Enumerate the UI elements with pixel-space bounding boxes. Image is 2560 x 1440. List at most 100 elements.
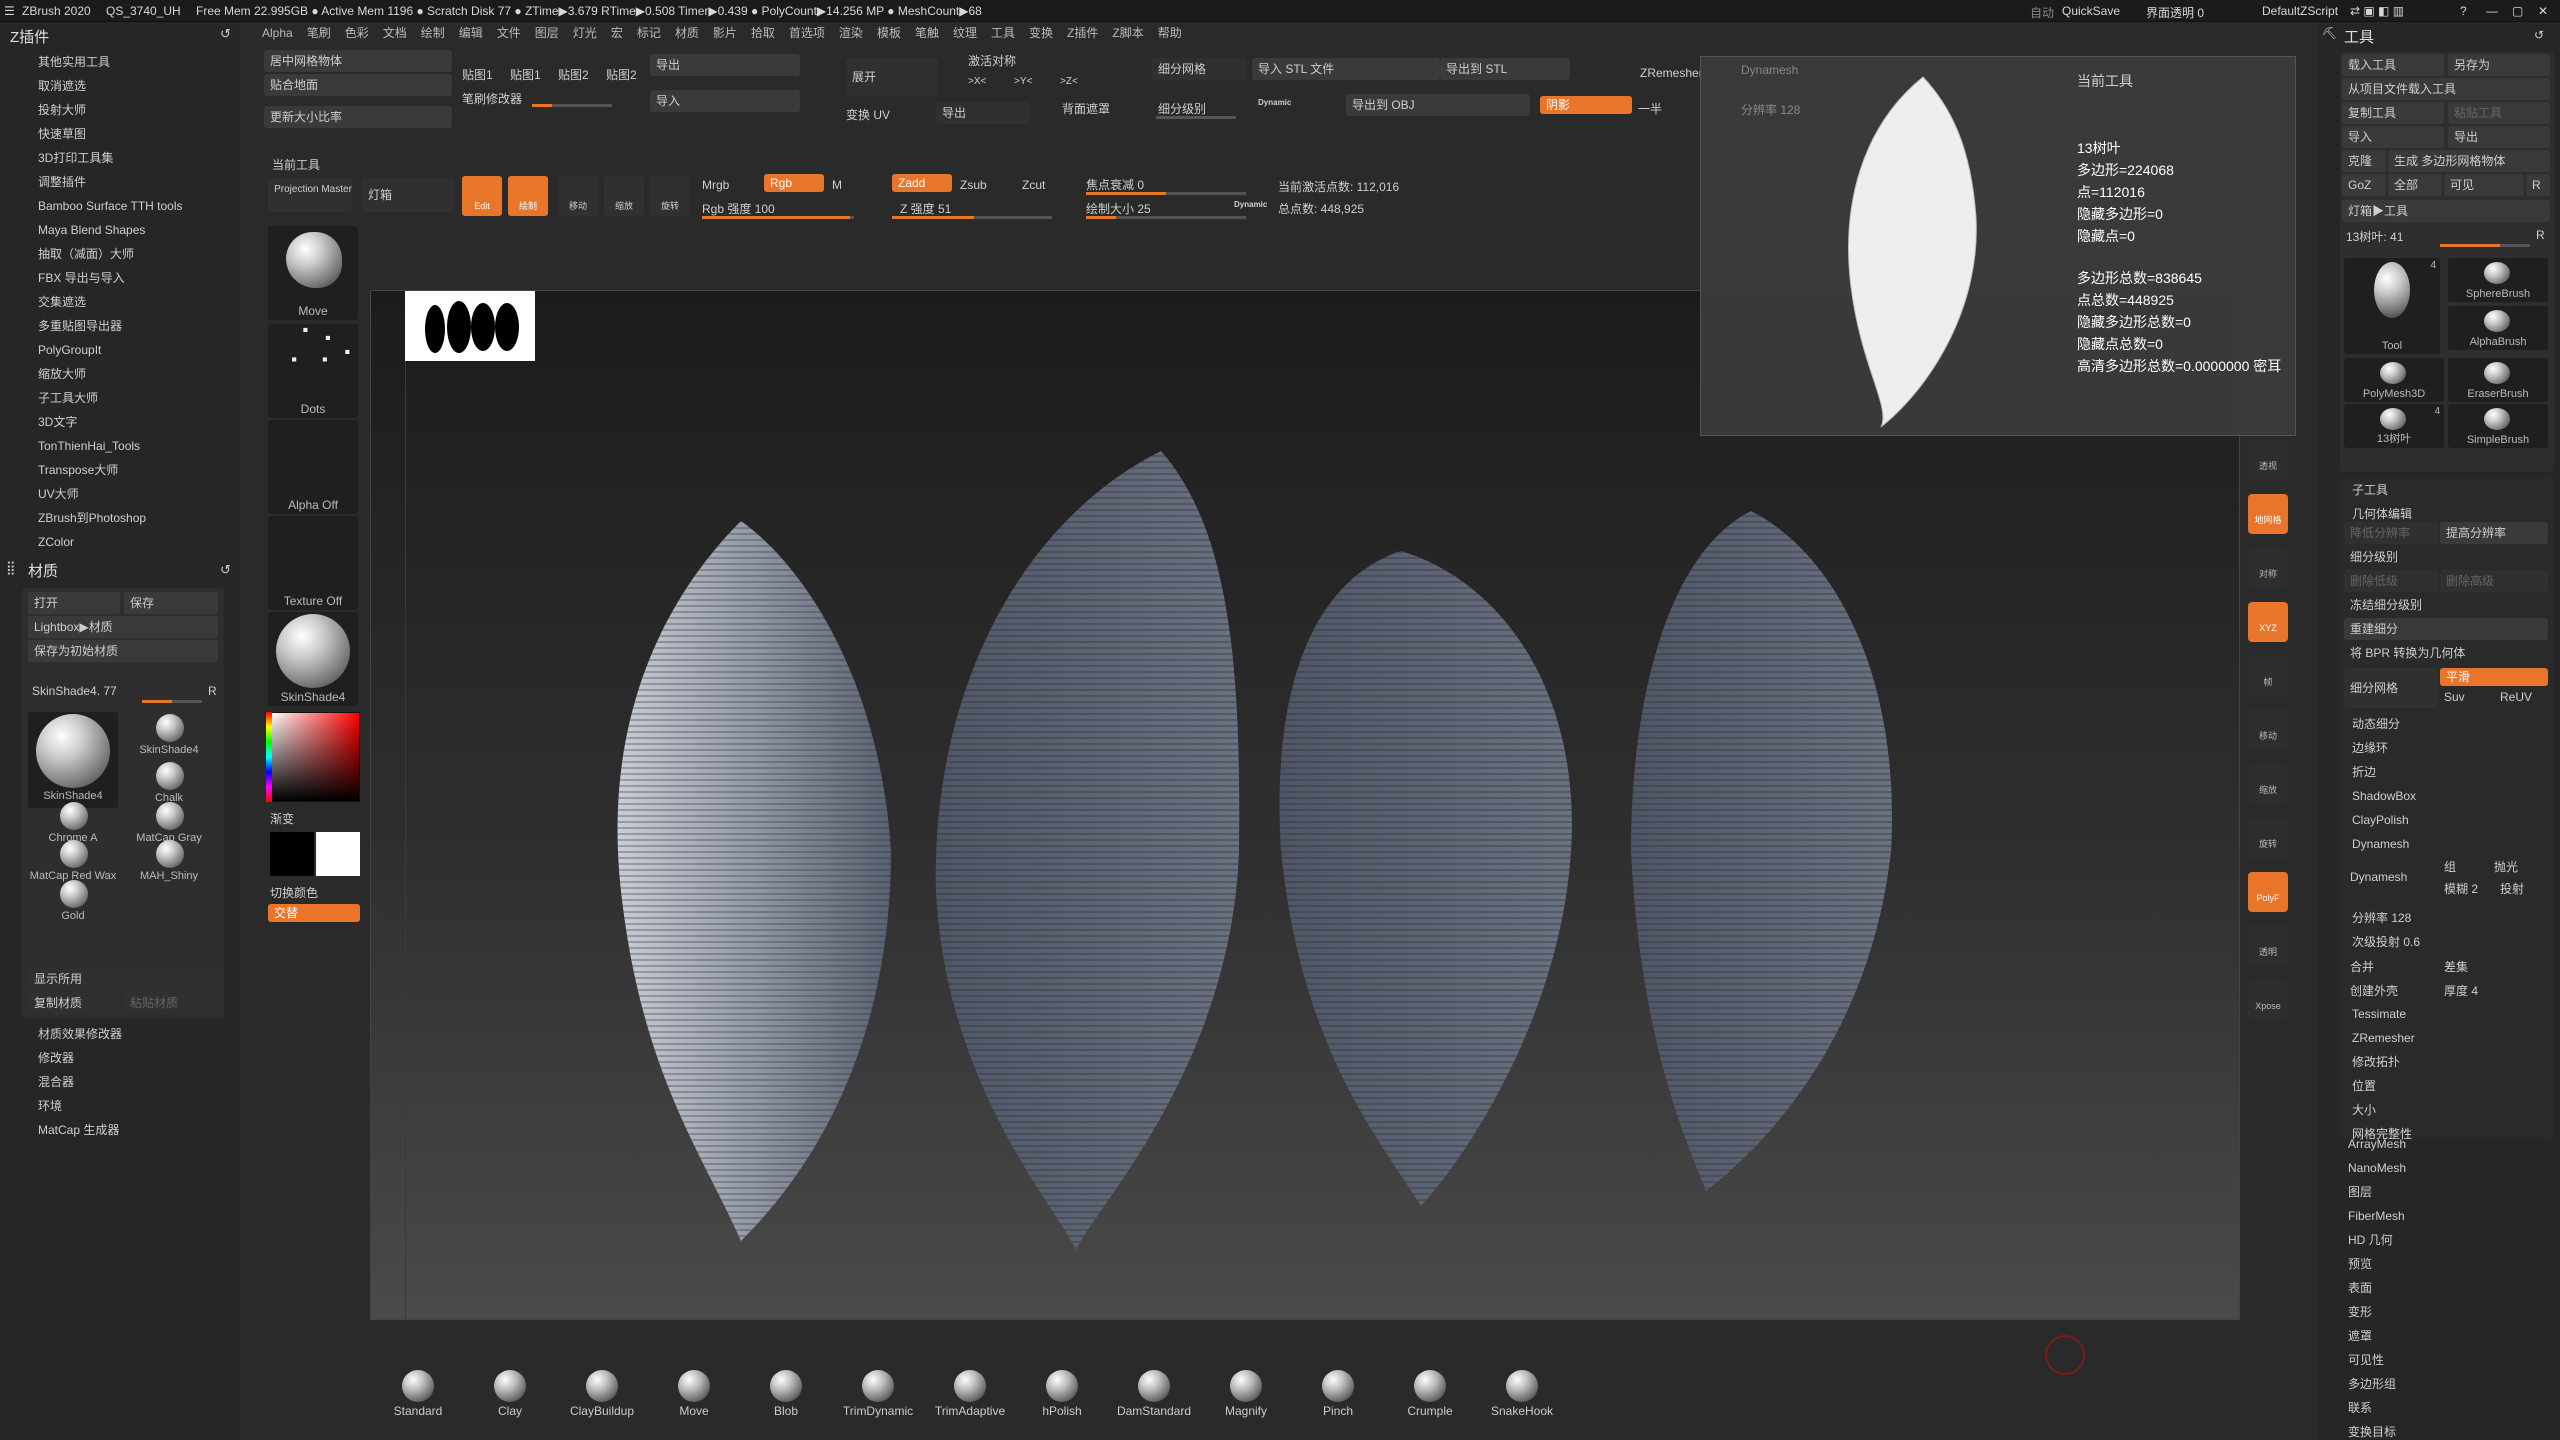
- view-icon-5[interactable]: 移动: [2248, 710, 2288, 750]
- minimize-button[interactable]: —: [2486, 4, 2498, 18]
- load-tool-button[interactable]: 载入工具: [2342, 54, 2444, 76]
- close-icon[interactable]: ✕: [2538, 4, 2548, 18]
- plugin-item[interactable]: UV大师: [0, 482, 240, 506]
- brush-modifier-slider[interactable]: [532, 104, 612, 107]
- plugin-item[interactable]: 3D文字: [0, 410, 240, 434]
- zplugin-header[interactable]: Z插件: [10, 26, 49, 47]
- brush-pinch[interactable]: Pinch: [1290, 1370, 1386, 1418]
- plugin-item[interactable]: Maya Blend Shapes: [0, 218, 240, 242]
- plugin-item[interactable]: 缩放大师: [0, 362, 240, 386]
- refresh-material-icon[interactable]: ↺: [220, 562, 231, 578]
- minimize-icon[interactable]: ?: [2460, 4, 2467, 18]
- tool-section-item[interactable]: 联系: [2318, 1396, 2558, 1420]
- project-toggle[interactable]: 投射: [2500, 880, 2524, 897]
- leaf-3[interactable]: [1279, 551, 1572, 1206]
- blur-slider[interactable]: 模糊 2: [2444, 880, 2478, 897]
- tool-r-button[interactable]: R: [2536, 228, 2545, 242]
- del-lower-button[interactable]: 删除低级: [2344, 570, 2438, 592]
- dynamic-toggle[interactable]: Dynamic: [1258, 98, 1291, 107]
- goz-r-button[interactable]: R: [2526, 174, 2550, 196]
- tool-section-item[interactable]: ArrayMesh: [2318, 1132, 2558, 1156]
- view-icon-4[interactable]: 帧: [2248, 656, 2288, 696]
- view-icon-7[interactable]: 旋转: [2248, 818, 2288, 858]
- menu-item[interactable]: 编辑: [459, 24, 483, 41]
- brush-trimdynamic[interactable]: TrimDynamic: [830, 1370, 926, 1418]
- menu-item[interactable]: 纹理: [953, 24, 977, 41]
- leaf-4[interactable]: [1631, 511, 1892, 1191]
- save-material-button[interactable]: 保存: [124, 592, 218, 614]
- group-toggle[interactable]: 组: [2444, 858, 2456, 875]
- lightbox-tools-button[interactable]: 灯箱▶工具: [2342, 200, 2550, 222]
- transform-uv[interactable]: 变换 UV: [846, 106, 890, 123]
- backface-mask[interactable]: 背面遮罩: [1062, 100, 1110, 117]
- menu-item[interactable]: 材质: [675, 24, 699, 41]
- plugin-item[interactable]: 抽取（减面）大师: [0, 242, 240, 266]
- modify_topo-item[interactable]: 修改拓扑: [2340, 1050, 2554, 1074]
- view-icon-10[interactable]: Xpose: [2248, 980, 2288, 1020]
- dynamesh-button[interactable]: Dynamesh: [2350, 870, 2407, 884]
- material-thumbnail[interactable]: SkinShade4: [268, 612, 358, 706]
- current-tool-slider[interactable]: 13树叶: 41: [2346, 228, 2403, 245]
- tool-thumbnail[interactable]: SphereBrush: [2448, 258, 2548, 302]
- copy-tool-button[interactable]: 复制工具: [2342, 102, 2444, 124]
- subtool-header[interactable]: 子工具: [2340, 478, 2554, 502]
- divide-button[interactable]: 细分网格: [1152, 58, 1246, 80]
- plugin-item[interactable]: TonThienHai_Tools: [0, 434, 240, 458]
- sub-level[interactable]: 细分级别: [1158, 100, 1206, 117]
- tool-thumbnail[interactable]: PolyMesh3D: [2344, 358, 2444, 402]
- plugin-item[interactable]: ZColor: [0, 530, 240, 554]
- brush-trimadaptive[interactable]: TrimAdaptive: [922, 1370, 1018, 1418]
- show-used-button[interactable]: 显示所用: [28, 968, 218, 990]
- brush-snakehook[interactable]: SnakeHook: [1474, 1370, 1570, 1418]
- tool-thumbnail[interactable]: SimpleBrush: [2448, 404, 2548, 448]
- menu-item[interactable]: 模板: [877, 24, 901, 41]
- shadowbox-item[interactable]: ShadowBox: [2340, 784, 2554, 808]
- tessimate-item[interactable]: Tessimate: [2340, 1002, 2554, 1026]
- menu-item[interactable]: 帮助: [1158, 24, 1182, 41]
- current-material-slider[interactable]: SkinShade4. 77: [32, 684, 117, 698]
- tool-section-item[interactable]: 图层: [2318, 1180, 2558, 1204]
- del-higher-button[interactable]: 删除高级: [2440, 570, 2548, 592]
- material-slider-track[interactable]: [142, 700, 202, 703]
- draw-size-track[interactable]: [1086, 216, 1246, 219]
- menu-item[interactable]: 首选项: [789, 24, 825, 41]
- view-icon-3[interactable]: XYZ: [2248, 602, 2288, 642]
- polish-toggle[interactable]: 抛光: [2494, 858, 2518, 875]
- sub_projection-slider[interactable]: 次级投射 0.6: [2340, 930, 2554, 954]
- projection-master-button[interactable]: Projection Master: [268, 178, 352, 212]
- refresh-tool-icon[interactable]: ↺: [2534, 28, 2544, 42]
- brush-thumbnail[interactable]: Move: [268, 226, 358, 320]
- expand-button[interactable]: 展开: [846, 58, 938, 96]
- lightbox-button[interactable]: 灯箱: [362, 178, 454, 212]
- material-submenu-item[interactable]: MatCap 生成器: [0, 1118, 240, 1142]
- freeze-sub-button[interactable]: 冻结细分级别: [2350, 596, 2422, 613]
- plugin-item[interactable]: FBX 导出与导入: [0, 266, 240, 290]
- brush-clay[interactable]: Clay: [462, 1370, 558, 1418]
- focal-shift-track[interactable]: [1086, 192, 1246, 195]
- alternate-button[interactable]: 交替: [268, 904, 360, 922]
- default-zscript[interactable]: DefaultZScript: [2262, 4, 2338, 18]
- zcut-button[interactable]: Zcut: [1022, 178, 1045, 192]
- export-obj-button[interactable]: 导出到 OBJ: [1346, 94, 1530, 116]
- menu-item[interactable]: 灯光: [573, 24, 597, 41]
- plugin-item[interactable]: 3D打印工具集: [0, 146, 240, 170]
- shadow-toggle[interactable]: 阴影: [1540, 96, 1632, 114]
- material-submenu-item[interactable]: 材质效果修改器: [0, 1022, 240, 1046]
- zsub-button[interactable]: Zsub: [960, 178, 987, 192]
- map1-b[interactable]: 贴图1: [510, 66, 541, 83]
- current-tool-track[interactable]: [2440, 244, 2530, 247]
- lower-res-button[interactable]: 降低分辨率: [2344, 522, 2438, 544]
- m-button[interactable]: M: [832, 178, 842, 192]
- brush-modifier[interactable]: 笔刷修改器: [462, 90, 522, 107]
- center-mesh-button[interactable]: 居中网格物体: [264, 50, 452, 72]
- convert-bpr-button[interactable]: 将 BPR 转换为几何体: [2350, 644, 2465, 661]
- tool-section-item[interactable]: 表面: [2318, 1276, 2558, 1300]
- menu-item[interactable]: 文档: [383, 24, 407, 41]
- size-item[interactable]: 大小: [2340, 1098, 2554, 1122]
- menu-item[interactable]: Alpha: [262, 26, 293, 40]
- tool-section-item[interactable]: HD 几何: [2318, 1228, 2558, 1252]
- tool-section-item[interactable]: 变换目标: [2318, 1420, 2558, 1440]
- primary-color-swatch[interactable]: [316, 832, 360, 876]
- paste-material-button[interactable]: 粘贴材质: [124, 992, 218, 1014]
- plugin-item[interactable]: ZBrush到Photoshop: [0, 506, 240, 530]
